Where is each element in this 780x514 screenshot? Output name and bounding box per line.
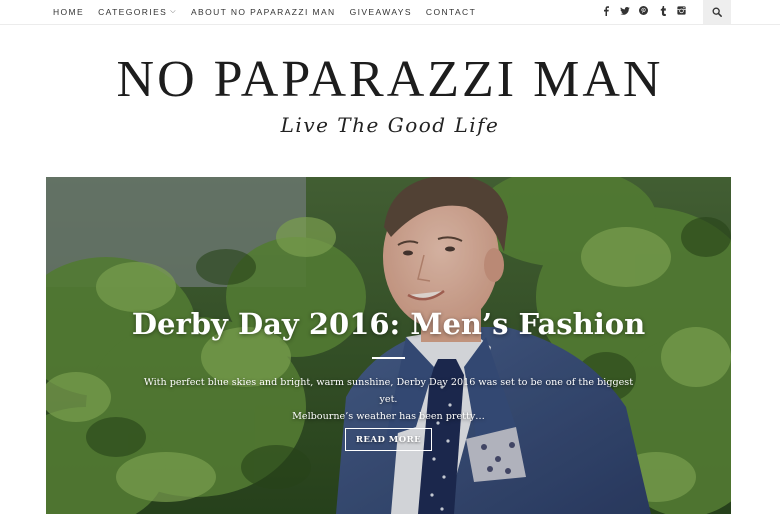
nav-label: ABOUT NO PAPARAZZI MAN <box>190 7 336 17</box>
featured-post-hero[interactable]: Derby Day 2016: Men’s Fashion With perfe… <box>46 177 731 514</box>
social-links <box>596 0 691 24</box>
nav-label: HOME <box>53 7 85 17</box>
post-title[interactable]: Derby Day 2016: Men’s Fashion <box>46 307 731 341</box>
pinterest-icon[interactable] <box>634 6 653 18</box>
top-nav-bar: HOME CATEGORIES ⌵ ABOUT NO PAPARAZZI MAN … <box>0 0 780 25</box>
site-title[interactable]: NO PAPARAZZI MAN <box>0 50 780 110</box>
nav-label: GIVEAWAYS <box>349 7 412 17</box>
chevron-down-icon: ⌵ <box>170 8 177 15</box>
main-nav: HOME CATEGORIES ⌵ ABOUT NO PAPARAZZI MAN … <box>53 0 490 24</box>
nav-label: CONTACT <box>425 7 477 17</box>
excerpt-line: With perfect blue skies and bright, warm… <box>143 377 634 405</box>
nav-item-giveaways[interactable]: GIVEAWAYS <box>350 7 412 17</box>
search-icon <box>712 7 722 17</box>
post-excerpt: With perfect blue skies and bright, warm… <box>141 374 636 425</box>
read-more-button[interactable]: READ MORE <box>345 428 432 451</box>
excerpt-line: Melbourne’s weather has been pretty… <box>292 411 485 422</box>
nav-item-contact[interactable]: CONTACT <box>426 7 476 17</box>
nav-item-categories[interactable]: CATEGORIES ⌵ <box>98 7 177 17</box>
search-button[interactable] <box>703 0 731 24</box>
twitter-icon[interactable] <box>615 6 634 18</box>
nav-item-home[interactable]: HOME <box>53 7 84 17</box>
site-tagline: Live The Good Life <box>280 113 500 137</box>
nav-item-about[interactable]: ABOUT NO PAPARAZZI MAN <box>191 7 336 17</box>
hero-overlay <box>46 177 731 514</box>
facebook-icon[interactable] <box>596 5 615 19</box>
nav-label: CATEGORIES <box>98 7 168 17</box>
title-divider <box>372 357 405 359</box>
instagram-icon[interactable] <box>672 6 691 18</box>
tumblr-icon[interactable] <box>653 5 672 19</box>
